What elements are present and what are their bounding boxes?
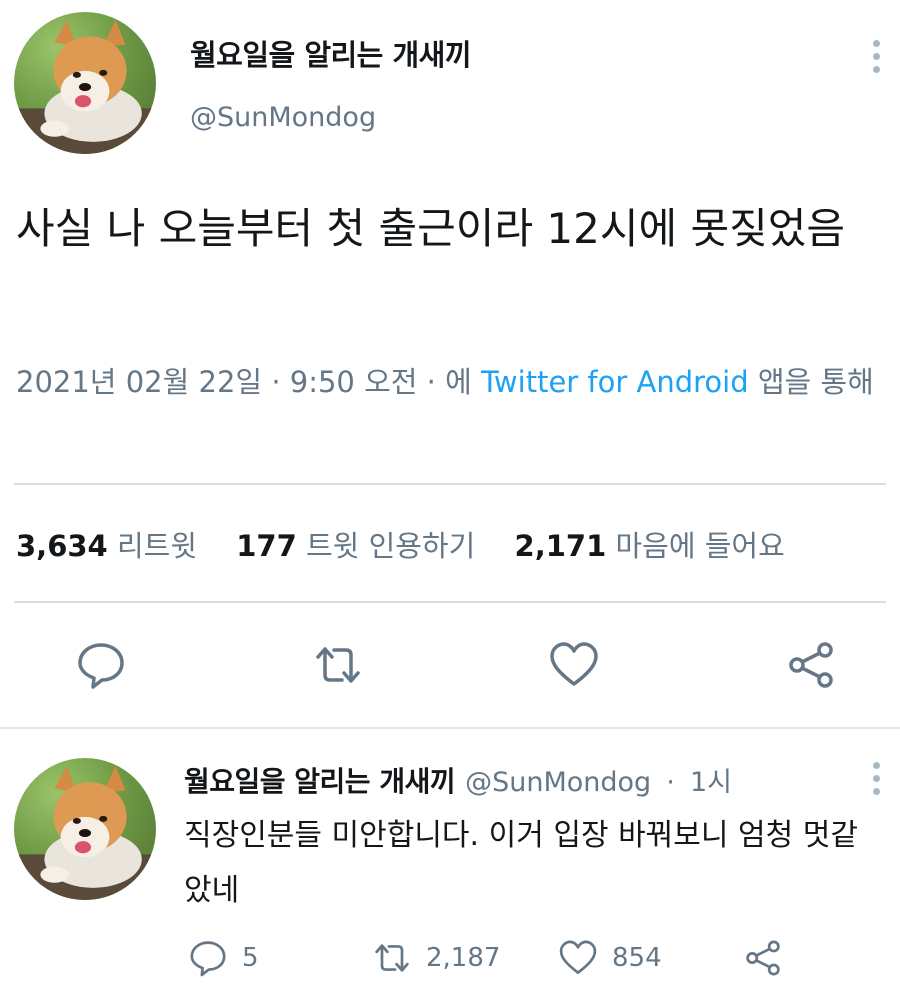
retweets-count: 3,634 xyxy=(16,529,108,563)
retweet-icon xyxy=(375,944,409,972)
likes-label: 마음에 들어요 xyxy=(615,529,785,563)
reply-header: 월요일을 알리는 개새끼 @SunMondog · 1시 xyxy=(184,760,732,800)
quotes-label: 트윗 인용하기 xyxy=(305,529,476,563)
reply-reply-button[interactable]: 5 xyxy=(188,936,259,980)
tweet-metadata: 2021년 02월 22일 · 9:50 오전 · 에 Twitter for … xyxy=(16,355,886,409)
quotes-stat[interactable]: 177 트윗 인용하기 xyxy=(236,529,475,563)
divider xyxy=(0,727,900,729)
heart-icon xyxy=(559,940,597,974)
tweet-stats: 3,634 리트윗 177 트윗 인용하기 2,171 마음에 들어요 xyxy=(16,523,815,565)
quotes-count: 177 xyxy=(236,529,297,563)
more-vertical-icon[interactable] xyxy=(871,762,881,795)
retweet-count: 2,187 xyxy=(426,943,501,973)
reply-like-button[interactable]: 854 xyxy=(558,936,662,980)
like-count: 854 xyxy=(612,943,662,973)
author-display-name[interactable]: 월요일을 알리는 개새끼 xyxy=(190,32,472,74)
likes-count: 2,171 xyxy=(514,529,607,563)
retweet-icon[interactable] xyxy=(312,639,364,691)
via-prefix: 에 xyxy=(445,365,472,399)
meta-separator: · xyxy=(426,365,436,399)
source-app-link[interactable]: Twitter for Android xyxy=(481,365,749,399)
reply-count: 5 xyxy=(242,943,259,973)
reply-author-name[interactable]: 월요일을 알리는 개새끼 xyxy=(184,765,456,798)
reply-icon[interactable] xyxy=(75,639,127,691)
author-handle[interactable]: @SunMondog xyxy=(190,102,376,133)
via-suffix: 앱을 통해 xyxy=(757,365,874,399)
heart-icon[interactable] xyxy=(548,639,600,691)
author-avatar[interactable] xyxy=(14,12,156,154)
reply-time-ago[interactable]: 1시 xyxy=(690,767,732,798)
reply-icon xyxy=(190,941,226,977)
more-vertical-icon[interactable] xyxy=(871,40,881,73)
dog-avatar-image xyxy=(14,766,156,900)
meta-separator: · xyxy=(666,767,675,798)
reply-retweet-button[interactable]: 2,187 xyxy=(372,936,500,980)
retweets-stat[interactable]: 3,634 리트윗 xyxy=(16,529,197,563)
share-icon xyxy=(746,940,780,976)
reply-text: 직장인분들 미안합니다. 이거 입장 바꿔보니 엄청 멋같았네 xyxy=(184,818,858,908)
retweets-label: 리트윗 xyxy=(116,529,197,563)
tweet-date: 2021년 02월 22일 xyxy=(16,365,263,399)
likes-stat[interactable]: 2,171 마음에 들어요 xyxy=(515,529,785,563)
tweet-time: 9:50 오전 xyxy=(289,365,418,399)
meta-separator: · xyxy=(271,365,281,399)
divider xyxy=(14,483,886,485)
divider xyxy=(14,601,886,603)
dog-avatar-image xyxy=(14,20,156,154)
reply-author-handle[interactable]: @SunMondog xyxy=(465,767,651,798)
reply-share-button[interactable] xyxy=(743,936,783,980)
tweet-text: 사실 나 오늘부터 첫 출근이라 12시에 못짖었음 xyxy=(16,204,846,253)
reply-author-avatar[interactable] xyxy=(14,758,156,900)
share-icon[interactable] xyxy=(785,639,837,691)
